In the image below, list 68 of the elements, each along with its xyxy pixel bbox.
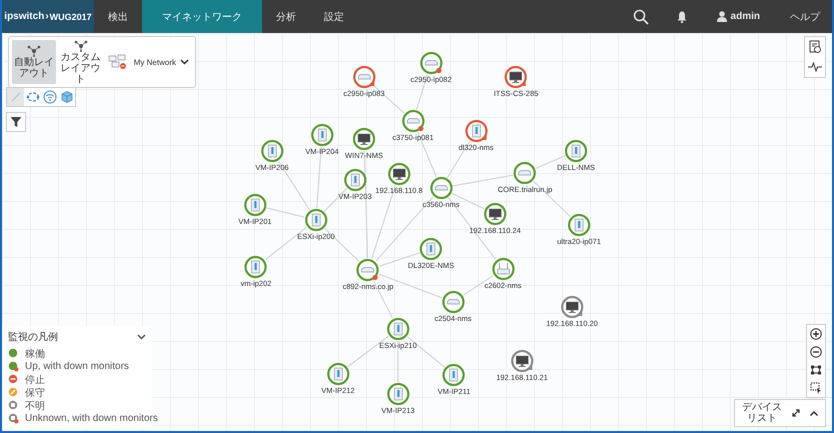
switch-node-icon[interactable]	[356, 258, 380, 282]
search-icon[interactable]	[632, 8, 649, 24]
switch-node-icon[interactable]	[401, 109, 425, 133]
legend-title: 監視の凡例	[8, 330, 58, 344]
switch-node-icon[interactable]	[429, 176, 453, 200]
filter-button[interactable]	[6, 112, 26, 132]
wireless-icon	[42, 90, 56, 104]
nav-tab[interactable]: マイネットワーク	[142, 0, 262, 33]
nodes-icon	[27, 45, 42, 57]
pulse-icon	[808, 62, 822, 72]
monitor-node-icon[interactable]	[387, 162, 411, 186]
server-node-icon[interactable]	[326, 362, 350, 386]
layout-button[interactable]: カスタムレイアウト	[58, 40, 103, 84]
server-node-icon[interactable]	[343, 168, 367, 192]
legend-label: 不明	[25, 400, 45, 412]
legend-label: Up, with down monitors	[25, 361, 129, 372]
user-menu[interactable]: admin	[700, 0, 776, 33]
legend-label: 稼働	[25, 348, 45, 360]
server-node-icon[interactable]	[386, 317, 410, 341]
monitor-node-icon[interactable]	[560, 295, 584, 319]
server-node-icon[interactable]	[419, 237, 443, 261]
filter-icon	[10, 116, 22, 128]
zoom-in-icon[interactable]	[810, 328, 822, 340]
monitor-node-icon[interactable]	[510, 349, 534, 373]
switch-node-icon[interactable]	[513, 161, 537, 185]
monitor-node-icon[interactable]	[504, 65, 528, 89]
product-logo[interactable]: ipswitch›WUG2017	[2, 0, 94, 33]
nodes-icon	[74, 40, 88, 52]
switch-node-icon[interactable]	[352, 65, 376, 89]
expand-icon[interactable]	[791, 408, 801, 418]
server-node-icon[interactable]	[310, 123, 334, 147]
user-name: admin	[730, 11, 760, 22]
chevron-up-icon[interactable]	[809, 410, 819, 416]
server-node-icon[interactable]	[442, 363, 466, 387]
server-node-icon[interactable]	[244, 255, 268, 279]
nav-tab[interactable]: 検出	[94, 0, 142, 33]
nav-tab[interactable]: 設定	[310, 0, 358, 33]
legend-label: 保守	[25, 386, 45, 400]
router-node-icon[interactable]	[491, 257, 515, 281]
legend-label: 停止	[25, 374, 45, 386]
switch-node-icon[interactable]	[419, 51, 443, 75]
zoom-out-icon[interactable]	[810, 346, 822, 358]
server-node-icon[interactable]	[243, 193, 267, 217]
switch-node-icon[interactable]	[441, 290, 465, 314]
badge-icon	[808, 40, 822, 54]
monitor-node-icon[interactable]	[483, 202, 507, 226]
cube-icon	[60, 90, 74, 104]
layout-button[interactable]: 自動レイアウト	[12, 40, 56, 84]
server-node-icon[interactable]	[564, 139, 588, 163]
select-area-icon[interactable]	[810, 382, 822, 394]
help-menu[interactable]: ヘルプ	[776, 0, 832, 33]
ring-icon	[26, 90, 40, 104]
server-node-icon[interactable]	[304, 208, 328, 232]
bell-icon[interactable]	[676, 10, 687, 22]
fit-screen-icon[interactable]	[810, 364, 822, 376]
server-node-icon[interactable]	[567, 213, 591, 237]
device-list-button[interactable]: デバイスリスト	[741, 402, 783, 424]
user-icon	[716, 11, 727, 22]
server-node-icon[interactable]	[464, 119, 488, 143]
wireless-view-button[interactable]	[41, 88, 58, 106]
legend-label: Unknown, with down monitors	[25, 413, 158, 424]
monitor-node-icon[interactable]	[352, 127, 376, 151]
server-node-icon[interactable]	[260, 139, 284, 163]
network-dropdown[interactable]: My Network	[104, 54, 192, 70]
chevron-down-icon[interactable]	[137, 334, 146, 340]
nav-tab[interactable]: 分析	[262, 0, 310, 33]
server-node-icon[interactable]	[386, 382, 410, 406]
chevron-down-icon	[180, 59, 189, 65]
